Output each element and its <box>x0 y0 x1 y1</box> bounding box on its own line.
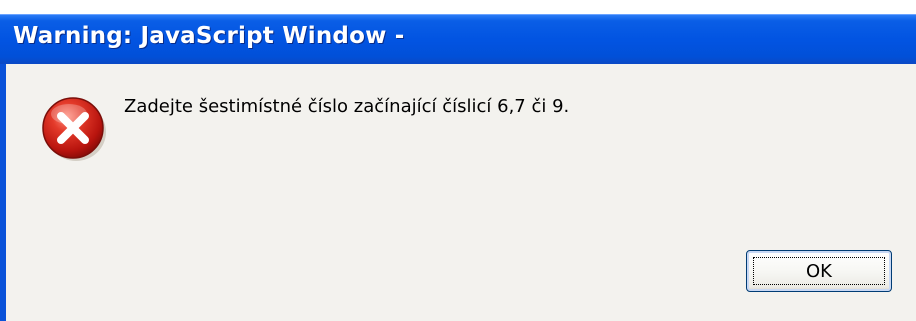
dialog-content: Zadejte šestimístné číslo začínající čís… <box>6 64 916 321</box>
window-top-edge <box>0 0 916 14</box>
dialog-body: Zadejte šestimístné číslo začínající čís… <box>0 64 916 321</box>
dialog-message: Zadejte šestimístné číslo začínající čís… <box>124 96 570 117</box>
ok-button-label: OK <box>806 260 832 282</box>
dialog-window: Warning: JavaScript Window - Zadejte šes… <box>0 0 916 321</box>
ok-button[interactable]: OK <box>746 250 892 292</box>
window-title: Warning: JavaScript Window - <box>13 23 405 49</box>
error-icon <box>42 97 106 161</box>
title-bar[interactable]: Warning: JavaScript Window - <box>0 14 916 64</box>
